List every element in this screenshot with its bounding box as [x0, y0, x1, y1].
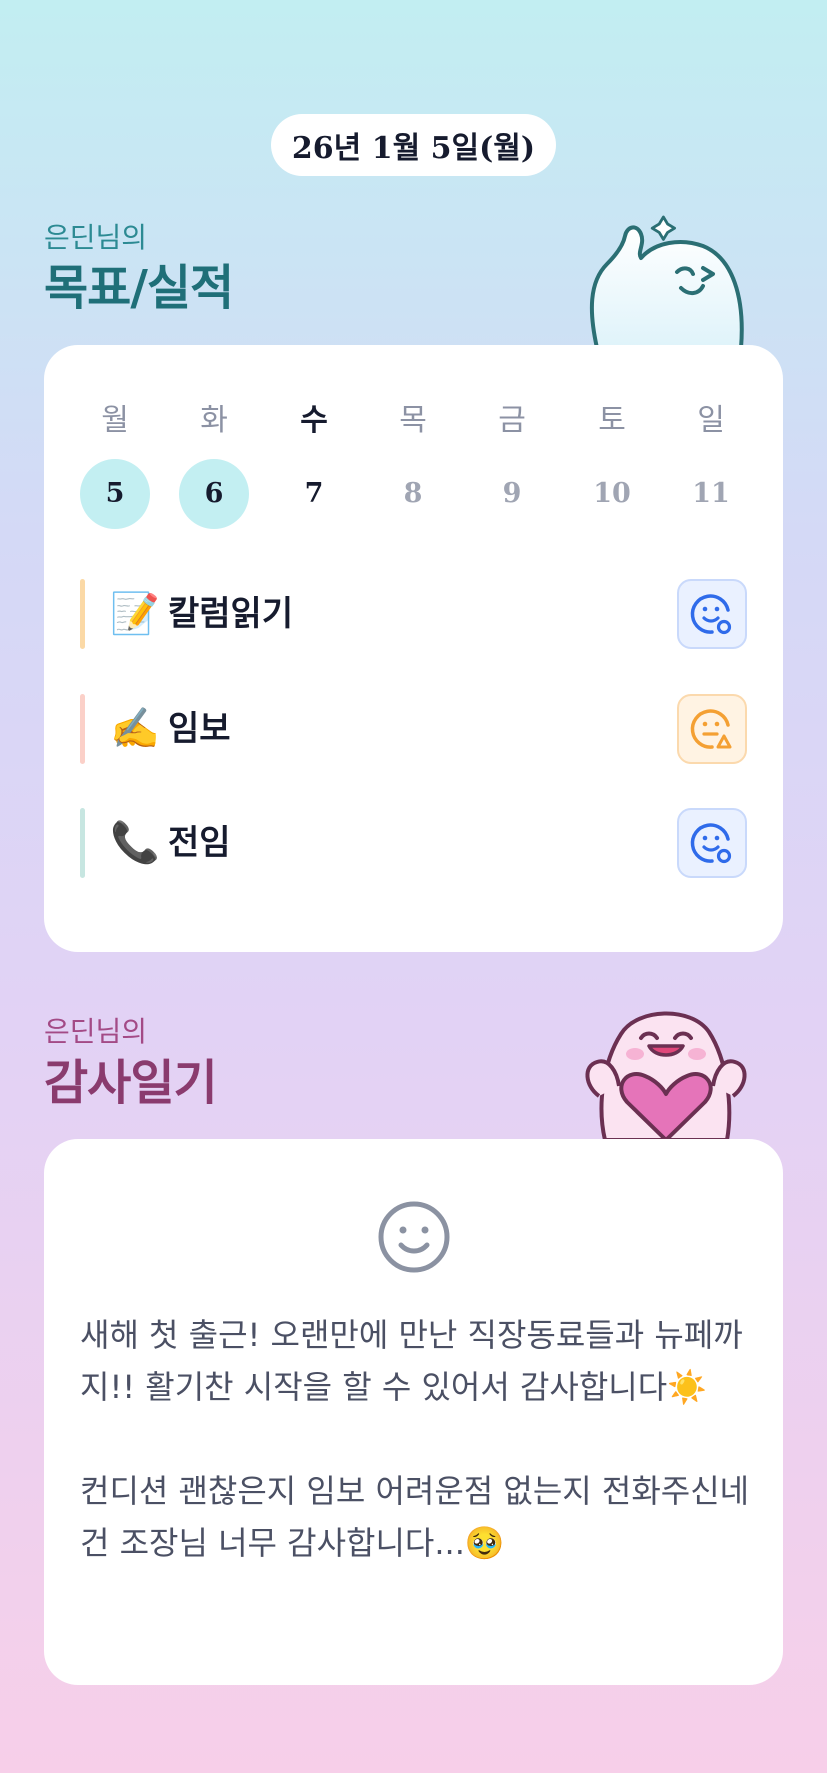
- partial-face-icon: [690, 709, 732, 749]
- goal-color-bar: [80, 694, 85, 764]
- date-9[interactable]: 9: [477, 459, 547, 529]
- ghost-mascot-icon: [589, 215, 744, 348]
- achieved-face-icon: [690, 594, 732, 635]
- diary-paragraph: 컨디션 괜찮은지 임보 어려운점 없는지 전화주신네건 조장님 너무 감사합니다…: [80, 1472, 750, 1562]
- day-label-mon: 월: [101, 403, 129, 438]
- goal-status-button[interactable]: [677, 579, 747, 649]
- date-10[interactable]: 10: [577, 459, 647, 529]
- date-5[interactable]: 5: [80, 459, 150, 529]
- date-11[interactable]: 11: [676, 459, 746, 529]
- gratitude-title: 감사일기: [44, 1055, 218, 1111]
- ghost-heart-mascot-icon: [585, 1011, 747, 1140]
- day-label-sun: 일: [697, 403, 725, 438]
- goal-item[interactable]: 📞 전임: [80, 808, 747, 878]
- goal-status-button[interactable]: [677, 694, 747, 764]
- gratitude-card: 새해 첫 출근! 오랜만에 만난 직장동료들과 뉴페까지!! 활기찬 시작을 할…: [44, 1139, 783, 1685]
- goal-color-bar: [80, 579, 85, 649]
- smile-face-icon: [378, 1201, 450, 1273]
- goal-label: 전임: [168, 823, 231, 863]
- goal-status-button[interactable]: [677, 808, 747, 878]
- diary-text: 새해 첫 출근! 오랜만에 만난 직장동료들과 뉴페까지!! 활기찬 시작을 할…: [80, 1309, 752, 1569]
- day-label-wed: 수: [300, 403, 328, 438]
- date-8[interactable]: 8: [378, 459, 448, 529]
- goal-item[interactable]: ✍️ 임보: [80, 694, 747, 764]
- date-6[interactable]: 6: [179, 459, 249, 529]
- day-label-tue: 화: [200, 403, 228, 438]
- date-7[interactable]: 7: [279, 459, 349, 529]
- day-label-fri: 금: [498, 403, 526, 438]
- goals-card: 월 화 수 목 금 토 일 5 6 7 8 9 10 11 📝 칼럼읽기 ✍️ …: [44, 345, 783, 952]
- achieved-face-icon: [690, 823, 732, 864]
- goals-title: 목표/실적: [44, 260, 234, 316]
- diary-paragraph: 새해 첫 출근! 오랜만에 만난 직장동료들과 뉴페까지!! 활기찬 시작을 할…: [80, 1316, 743, 1406]
- goal-label: 칼럼읽기: [168, 594, 294, 634]
- day-label-thu: 목: [399, 403, 427, 438]
- writing-hand-icon: ✍️: [110, 706, 160, 752]
- goal-color-bar: [80, 808, 85, 878]
- telephone-icon: 📞: [110, 820, 160, 866]
- day-label-sat: 토: [598, 403, 626, 438]
- goal-label: 임보: [168, 709, 231, 749]
- memo-icon: 📝: [110, 591, 160, 637]
- goal-item[interactable]: 📝 칼럼읽기: [80, 579, 747, 649]
- date-pill[interactable]: 26년 1월 5일(월): [271, 114, 556, 176]
